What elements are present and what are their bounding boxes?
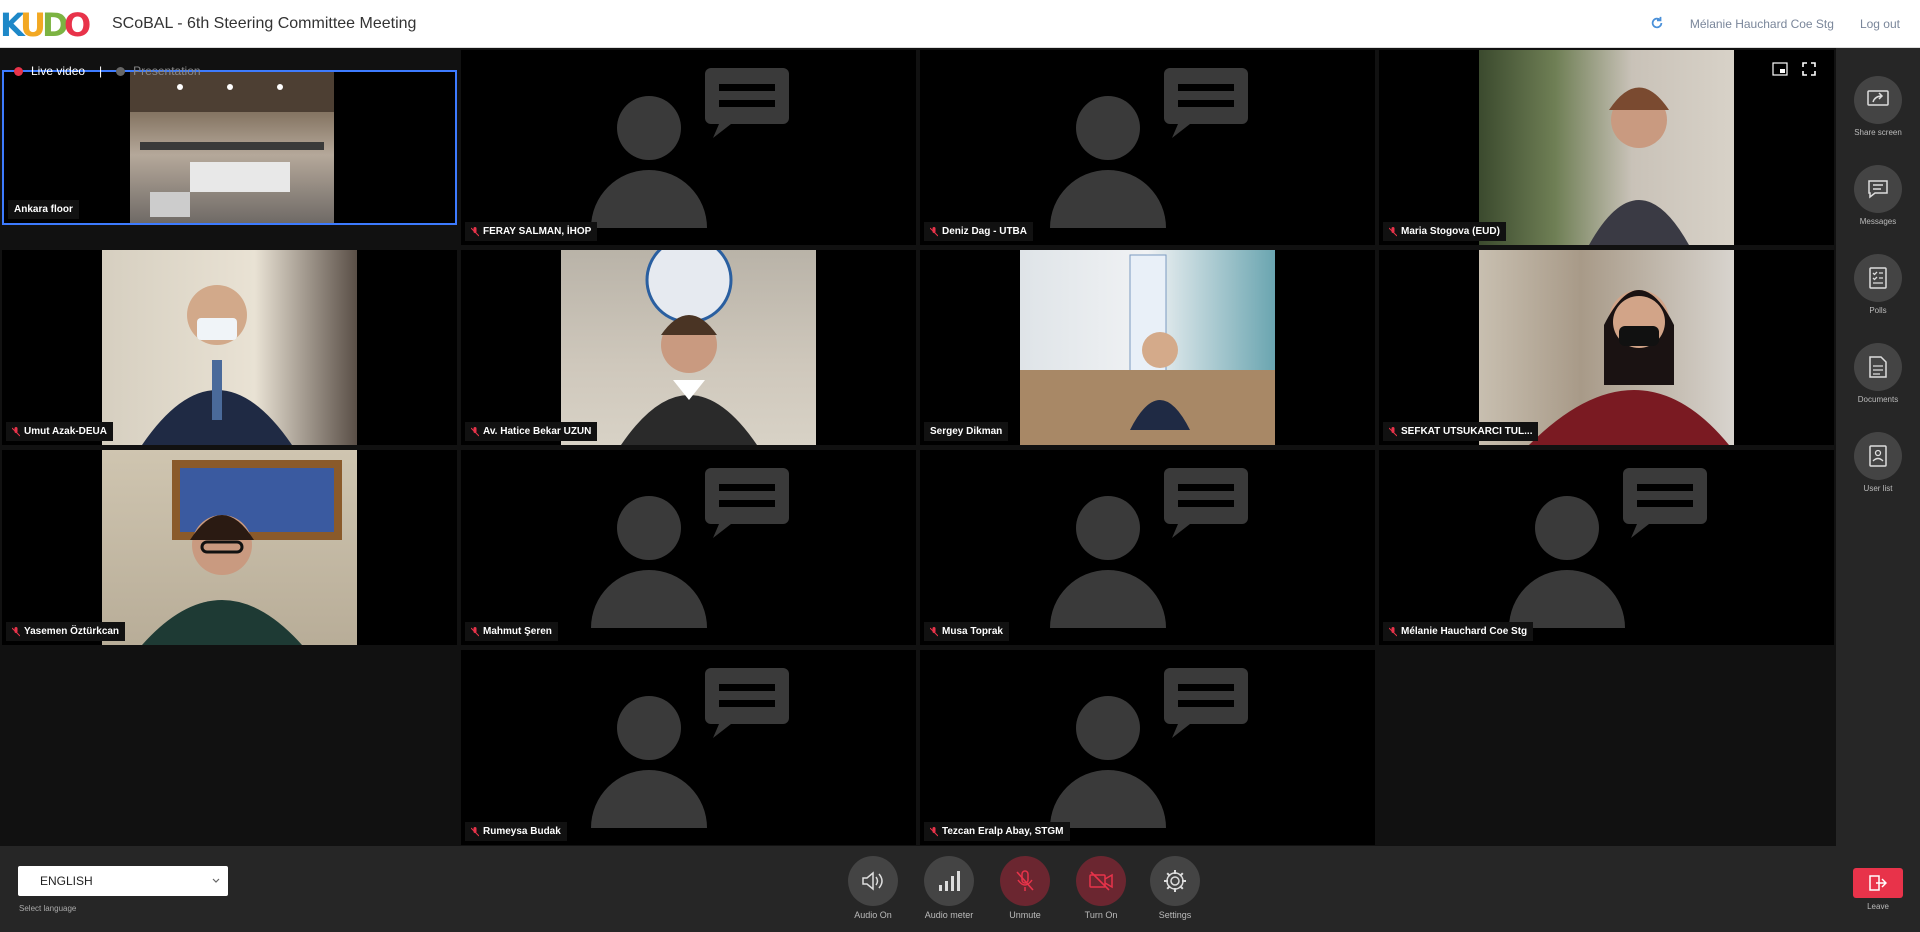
mic-off-icon (930, 826, 938, 836)
language-select[interactable]: ENGLISH (18, 866, 228, 896)
participant-name-tag: Umut Azak-DEUA (6, 422, 113, 441)
participant-name-tag: Mahmut Şeren (465, 622, 558, 641)
participant-tile[interactable]: Tezcan Eralp Abay, STGM (920, 650, 1375, 845)
participant-tile[interactable]: FERAY SALMAN, İHOP (461, 50, 916, 245)
participant-name-tag: Deniz Dag - UTBA (924, 222, 1033, 241)
participant-tile[interactable]: Yasemen Öztürkcan (2, 450, 457, 645)
mic-off-icon (1389, 426, 1397, 436)
avatar-placeholder-icon (1049, 467, 1248, 628)
user-name: Mélanie Hauchard Coe Stg (1689, 17, 1834, 31)
svg-text:O: O (64, 7, 90, 41)
participant-name-tag: Yasemen Öztürkcan (6, 622, 126, 641)
settings-button[interactable]: Settings (1140, 856, 1210, 920)
participant-tile[interactable]: SEFKAT UTSUKARCI TUL... (1379, 250, 1834, 445)
svg-text:U: U (20, 7, 44, 41)
participant-tile-ankara-floor[interactable]: Ankara floor (2, 70, 457, 225)
logout-link[interactable]: Log out (1860, 17, 1900, 31)
chevron-down-icon (212, 878, 220, 883)
participant-video (1020, 250, 1275, 445)
participant-tile[interactable]: Rumeysa Budak (461, 650, 916, 845)
presentation-tab[interactable]: Presentation (133, 64, 200, 78)
documents-button[interactable]: Documents (1836, 343, 1920, 404)
mic-off-icon (930, 226, 938, 236)
mic-off-icon (1389, 226, 1397, 236)
participant-name-tag: FERAY SALMAN, İHOP (465, 222, 598, 241)
participant-name-tag: Tezcan Eralp Abay, STGM (924, 822, 1070, 841)
share-screen-button[interactable]: Share screen (1836, 76, 1920, 137)
camera-turn-on-button[interactable]: Turn On (1066, 856, 1136, 920)
live-video-tab[interactable]: Live video (31, 64, 85, 78)
mic-off-icon (930, 626, 938, 636)
participant-name-tag: Ankara floor (8, 200, 79, 219)
participant-tile[interactable]: Sergey Dikman (920, 250, 1375, 445)
live-presentation-toggle[interactable]: Live video | Presentation (14, 64, 201, 78)
polls-button[interactable]: Polls (1836, 254, 1920, 315)
bottom-control-bar: ENGLISH Select language Audio On Audio m… (0, 846, 1836, 932)
refresh-icon[interactable] (1650, 16, 1664, 33)
user-list-icon (1869, 445, 1887, 467)
user-list-button[interactable]: User list (1836, 432, 1920, 493)
mic-off-icon (471, 826, 479, 836)
participant-name-tag: Maria Stogova (EUD) (1383, 222, 1506, 241)
mic-off-icon (12, 626, 20, 636)
participant-name-tag: Rumeysa Budak (465, 822, 567, 841)
mic-off-icon (12, 426, 20, 436)
participant-video (102, 250, 357, 445)
pip-icon[interactable] (1772, 62, 1788, 76)
participant-name-tag: Av. Hatice Bekar UZUN (465, 422, 598, 441)
language-label: Select language (19, 904, 77, 913)
fullscreen-icon[interactable] (1802, 62, 1816, 76)
live-indicator-icon (14, 66, 23, 76)
participant-tile[interactable]: Mélanie Hauchard Coe Stg (1379, 450, 1834, 645)
speaker-icon (862, 871, 883, 891)
leave-icon (1869, 875, 1887, 891)
messages-button[interactable]: Messages (1836, 165, 1920, 226)
audio-on-button[interactable]: Audio On (838, 856, 908, 920)
participant-name-tag: Mélanie Hauchard Coe Stg (1383, 622, 1534, 641)
participant-video (1479, 250, 1734, 445)
presentation-indicator-icon (116, 66, 126, 76)
participant-video (1479, 50, 1734, 245)
documents-icon (1869, 356, 1887, 378)
mic-off-icon (1016, 870, 1034, 891)
audio-meter-button[interactable]: Audio meter (914, 856, 984, 920)
participant-tile[interactable]: Av. Hatice Bekar UZUN (461, 250, 916, 445)
participant-tile[interactable]: Deniz Dag - UTBA (920, 50, 1375, 245)
polls-icon (1869, 267, 1887, 289)
avatar-placeholder-icon (590, 667, 789, 828)
kudo-logo: K U D O (0, 4, 90, 44)
mic-off-icon (471, 226, 479, 236)
audio-meter-icon (939, 871, 960, 891)
participant-tile[interactable]: Musa Toprak (920, 450, 1375, 645)
mic-off-icon (471, 626, 479, 636)
participant-tile[interactable]: Mahmut Şeren (461, 450, 916, 645)
participant-tile[interactable]: Umut Azak-DEUA (2, 250, 457, 445)
video-grid: Ankara floor Live video | Presentation F… (0, 48, 1836, 846)
participant-name-tag: Sergey Dikman (924, 422, 1009, 441)
room-video (130, 72, 334, 223)
meeting-title: SCoBAL - 6th Steering Committee Meeting (112, 14, 417, 32)
avatar-placeholder-icon (1508, 467, 1707, 628)
mic-off-icon (471, 426, 479, 436)
participant-name-tag: Musa Toprak (924, 622, 1009, 641)
camera-off-icon (1089, 871, 1113, 891)
top-header: K U D O SCoBAL - 6th Steering Committee … (0, 0, 1920, 48)
participant-video (102, 450, 357, 645)
participant-video (561, 250, 816, 445)
messages-icon (1868, 180, 1888, 199)
leave-button[interactable]: Leave (1836, 868, 1920, 911)
participant-tile[interactable]: Maria Stogova (EUD) (1379, 50, 1834, 245)
participant-name-tag: SEFKAT UTSUKARCI TUL... (1383, 422, 1539, 441)
avatar-placeholder-icon (1049, 67, 1248, 228)
avatar-placeholder-icon (590, 467, 789, 628)
gear-icon (1164, 870, 1186, 892)
avatar-placeholder-icon (1049, 667, 1248, 828)
unmute-button[interactable]: Unmute (990, 856, 1060, 920)
mic-off-icon (1389, 626, 1397, 636)
share-screen-icon (1867, 90, 1889, 106)
right-sidebar: Share screen Messages Polls Documents Us… (1836, 48, 1920, 932)
avatar-placeholder-icon (590, 67, 789, 228)
